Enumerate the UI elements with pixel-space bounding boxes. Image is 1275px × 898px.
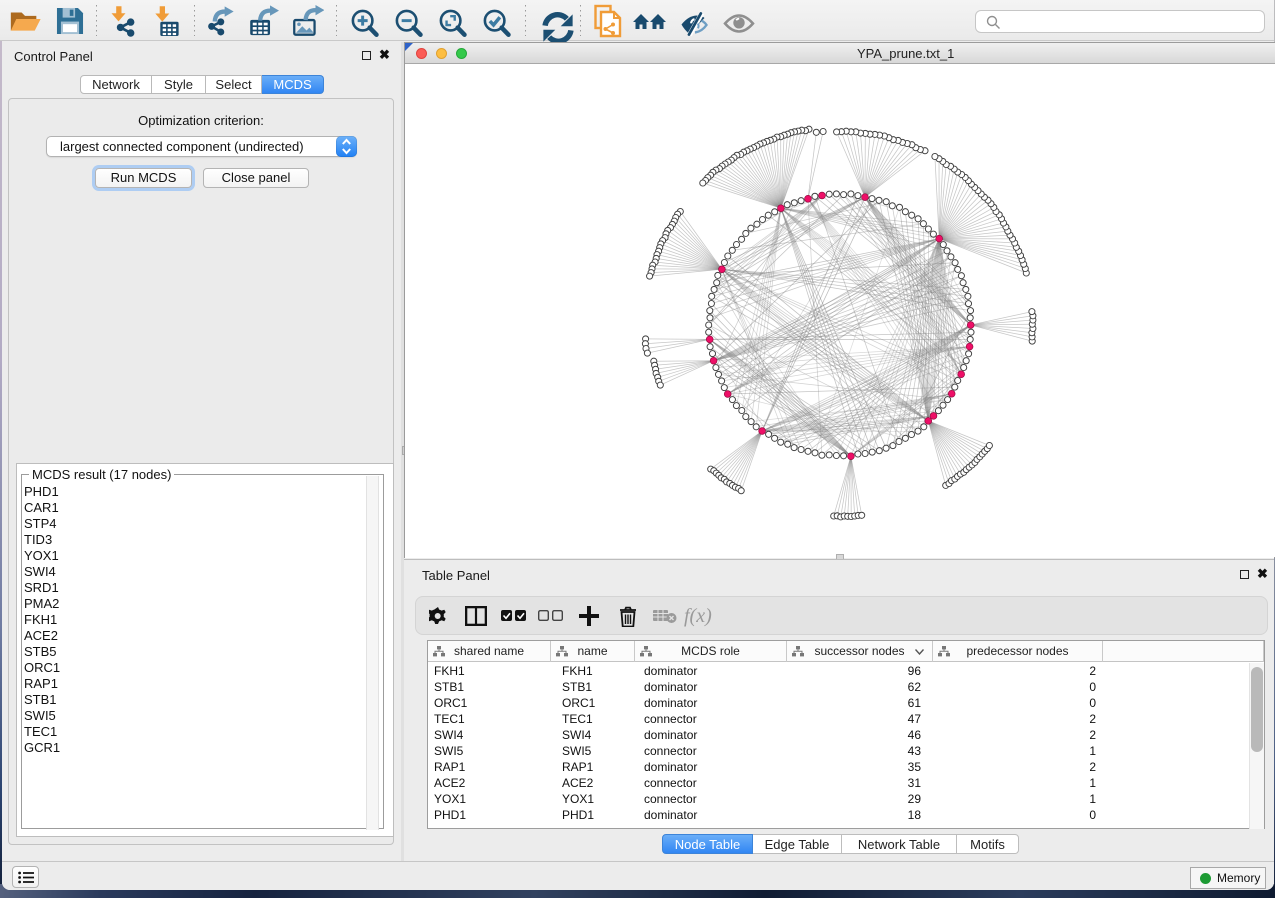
svg-text:f(x): f(x) xyxy=(684,605,712,627)
